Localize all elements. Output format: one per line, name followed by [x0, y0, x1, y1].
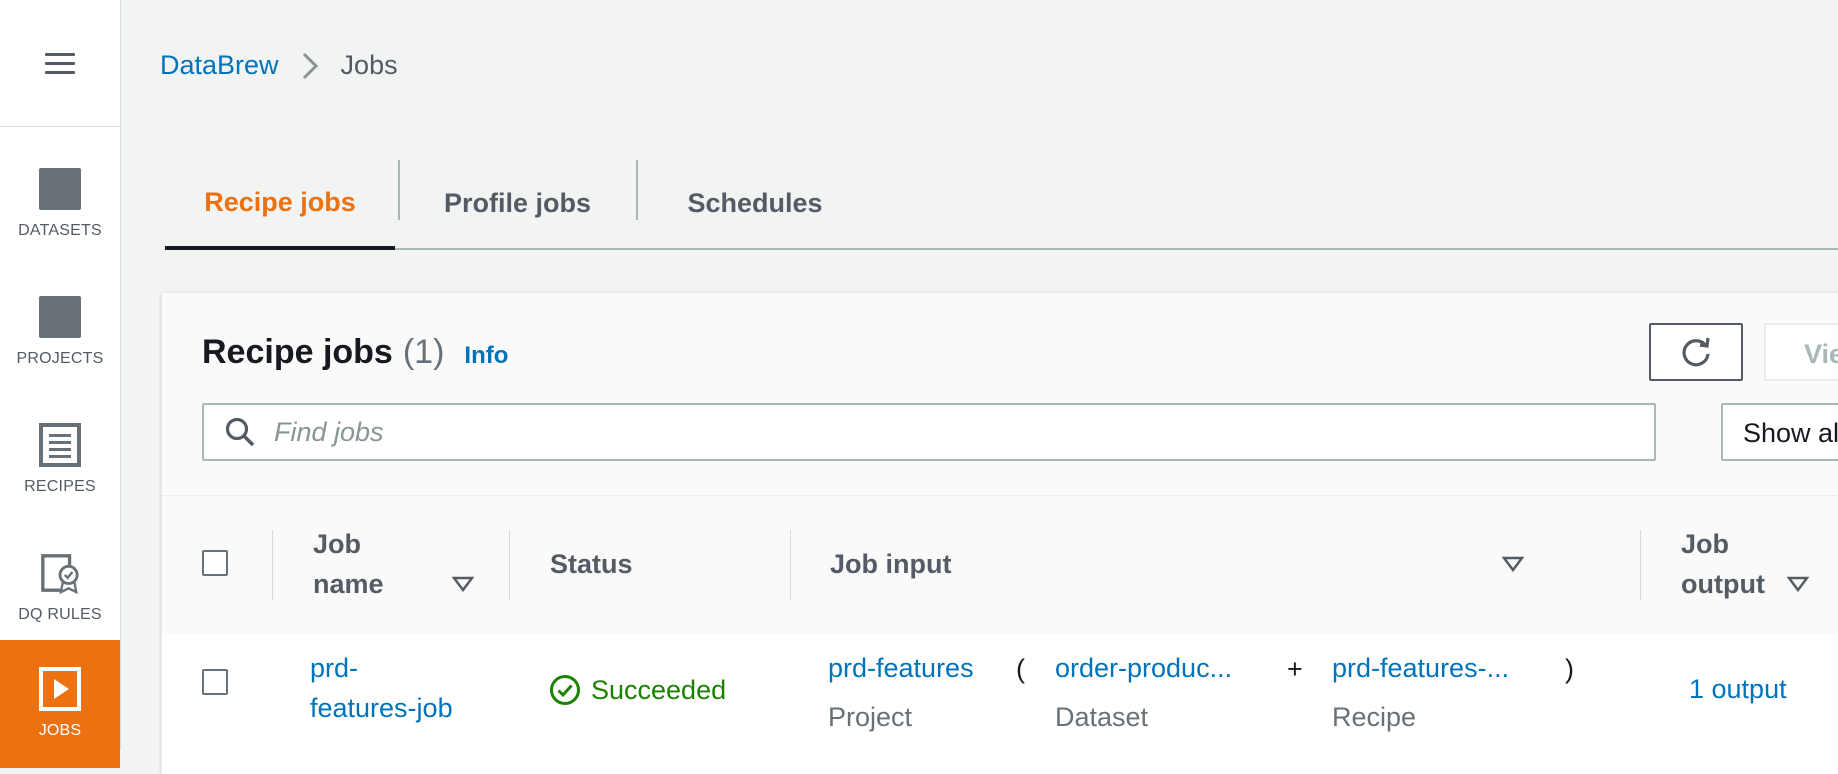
sidebar-item-jobs[interactable]: JOBS	[0, 640, 120, 768]
recipe-link[interactable]: prd-features-...	[1332, 648, 1509, 688]
sort-caret-icon[interactable]	[1787, 576, 1809, 592]
dq-rules-badge-icon	[39, 552, 81, 595]
tab-divider	[636, 160, 638, 220]
sidebar-item-dq-rules[interactable]: DQ RULES	[0, 524, 120, 652]
dataset-icon	[39, 168, 81, 210]
tab-recipe-jobs[interactable]: Recipe jobs	[165, 158, 395, 250]
tab-label: Profile jobs	[443, 187, 592, 218]
refresh-button[interactable]	[1649, 323, 1743, 381]
job-name-part: features-job	[310, 693, 453, 723]
select-all-checkbox[interactable]	[202, 550, 228, 576]
close-paren: )	[1565, 654, 1574, 684]
main-content: DataBrew Jobs Recipe jobs Profile jobs S…	[121, 0, 1838, 774]
sidebar: DATASETS PROJECTS RECIPES DQ RULES JOBS	[0, 0, 121, 768]
refresh-icon	[1679, 335, 1713, 369]
column-separator	[1640, 530, 1641, 600]
tab-bar: Recipe jobs Profile jobs Schedules	[165, 158, 1838, 250]
search-icon	[224, 416, 256, 448]
breadcrumb: DataBrew Jobs	[160, 50, 398, 81]
column-header-status: Status	[550, 549, 633, 579]
sidebar-item-recipes[interactable]: RECIPES	[0, 396, 120, 524]
panel-header: Recipe jobs (1) Info	[202, 333, 508, 372]
column-separator	[272, 530, 273, 600]
play-icon	[39, 667, 81, 711]
column-header-label: Job	[1681, 529, 1730, 559]
status-text: Succeeded	[591, 674, 727, 705]
column-header-job-input: Job input	[830, 549, 952, 579]
column-header-label: Job	[313, 529, 362, 559]
check-circle-icon	[549, 674, 581, 706]
view-button[interactable]: View	[1764, 323, 1838, 381]
tab-label: Schedules	[687, 187, 823, 218]
job-name-link[interactable]: prd- features-job	[310, 648, 453, 728]
recipe-list-icon	[39, 423, 81, 467]
recipe-label: Recipe	[1332, 702, 1417, 732]
sidebar-item-datasets[interactable]: DATASETS	[0, 140, 120, 268]
search-input[interactable]	[272, 415, 1576, 449]
project-link[interactable]: prd-features	[828, 648, 974, 688]
status-badge: Succeeded	[549, 674, 726, 706]
sort-caret-icon[interactable]	[1502, 556, 1524, 572]
breadcrumb-current: Jobs	[340, 50, 398, 80]
recipe-jobs-panel: Recipe jobs (1) Info View Show all	[161, 292, 1838, 774]
row-checkbox[interactable]	[202, 669, 228, 695]
column-header-label: output	[1681, 569, 1765, 599]
column-separator	[509, 530, 510, 600]
dataset-link[interactable]: order-produc...	[1055, 648, 1232, 688]
table-header: Job name Status Job input Job output	[162, 495, 1838, 635]
sidebar-item-label: RECIPES	[24, 478, 96, 495]
tab-divider	[398, 160, 400, 220]
plus-sign: +	[1287, 654, 1303, 684]
breadcrumb-databrew-link[interactable]: DataBrew	[160, 50, 279, 81]
job-name-part: prd-	[310, 653, 359, 683]
project-icon	[39, 296, 81, 338]
column-header-job-name[interactable]: Job name	[313, 524, 384, 604]
tab-profile-jobs[interactable]: Profile jobs	[401, 158, 634, 248]
column-separator	[790, 530, 791, 600]
chevron-right-icon	[301, 51, 319, 81]
sidebar-item-label: DATASETS	[18, 222, 102, 239]
tab-schedules[interactable]: Schedules	[639, 158, 871, 248]
tab-label: Recipe jobs	[204, 186, 356, 217]
search-box	[202, 403, 1656, 461]
filter-select[interactable]: Show all	[1721, 403, 1838, 461]
sidebar-item-projects[interactable]: PROJECTS	[0, 268, 120, 396]
column-header-label: name	[313, 569, 384, 599]
project-label: Project	[828, 702, 913, 732]
column-header-job-output[interactable]: Job output	[1681, 524, 1765, 604]
hamburger-menu-icon[interactable]	[0, 0, 120, 127]
info-link[interactable]: Info	[464, 342, 508, 370]
sidebar-item-label: JOBS	[38, 722, 82, 739]
dataset-label: Dataset	[1055, 702, 1149, 732]
open-paren: (	[1016, 654, 1025, 684]
job-output-link[interactable]: 1 output	[1689, 669, 1787, 709]
job-count: (1)	[402, 333, 445, 371]
table-row: prd- features-job Succeeded prd-features…	[162, 634, 1838, 774]
sidebar-item-label: DQ RULES	[18, 606, 102, 623]
panel-title: Recipe jobs	[202, 333, 393, 371]
sort-caret-icon[interactable]	[452, 576, 474, 592]
sidebar-item-label: PROJECTS	[16, 350, 104, 367]
